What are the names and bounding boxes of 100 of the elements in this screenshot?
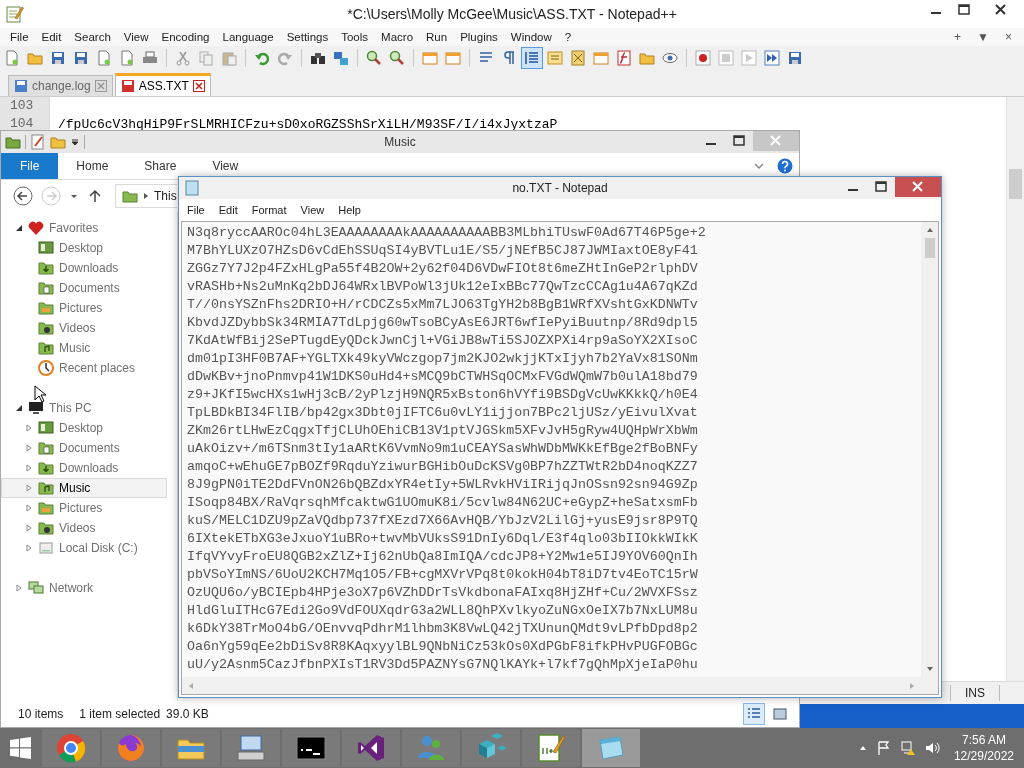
file-tab[interactable]: ASS.TXT <box>114 73 211 96</box>
menu-item[interactable]: Tools <box>335 31 376 43</box>
tree-item[interactable]: This PC <box>1 398 167 418</box>
browser-icon[interactable] <box>55 732 87 764</box>
back-icon[interactable] <box>13 186 33 206</box>
tree-item[interactable]: Desktop <box>1 238 167 258</box>
tree-item[interactable]: Videos <box>1 318 167 338</box>
tree-item[interactable]: Favorites <box>1 218 167 238</box>
folder-icon[interactable] <box>639 50 655 66</box>
help-icon[interactable] <box>777 158 793 174</box>
menu-item[interactable]: File <box>181 204 213 216</box>
tree-item[interactable]: Downloads <box>1 458 167 478</box>
menu-item[interactable]: File <box>4 31 36 43</box>
menu-item[interactable]: Macro <box>375 31 421 43</box>
address-bar[interactable]: This <box>115 184 177 208</box>
flag-icon[interactable] <box>875 740 892 756</box>
menu-item[interactable]: Encoding <box>155 31 217 43</box>
text-area[interactable] <box>182 222 921 677</box>
panel-icon[interactable] <box>547 50 563 66</box>
menu-item[interactable]: Edit <box>35 31 69 43</box>
fast-forward-icon[interactable] <box>764 50 780 66</box>
document-icon[interactable] <box>119 50 135 66</box>
paragraph-icon[interactable] <box>501 50 517 66</box>
tiles-view-icon[interactable] <box>772 706 788 722</box>
dropdown-icon[interactable] <box>70 137 80 147</box>
scroll-thumb[interactable] <box>1009 169 1022 199</box>
infinity-logo-icon[interactable] <box>355 732 387 764</box>
scroll-down-icon[interactable] <box>925 665 934 673</box>
scrollbar[interactable] <box>1006 97 1024 681</box>
zoom-icon[interactable] <box>389 50 405 66</box>
file-tab[interactable]: change.log <box>8 75 113 96</box>
scroll-right-icon[interactable] <box>908 681 916 690</box>
ribbon-tab[interactable]: File <box>1 153 59 179</box>
tree-item[interactable]: Documents <box>1 278 167 298</box>
binoculars-icon[interactable] <box>310 50 326 66</box>
menu-item[interactable]: ? <box>558 31 579 43</box>
menu-item[interactable]: Language <box>216 31 281 43</box>
browser-icon[interactable] <box>115 732 147 764</box>
tree-item[interactable]: Network <box>1 578 167 598</box>
window-icon[interactable] <box>593 50 609 66</box>
clock-time[interactable]: 7:56 AM <box>961 732 1006 748</box>
indent-icon[interactable] <box>524 50 540 66</box>
tree-item[interactable]: Pictures <box>1 498 167 518</box>
close-icon[interactable] <box>192 80 205 92</box>
ribbon-tab[interactable]: View <box>194 153 257 179</box>
menu-item[interactable]: Search <box>68 31 118 43</box>
save-icon[interactable] <box>73 50 89 66</box>
tree-item[interactable]: Videos <box>1 518 167 538</box>
menu-item[interactable]: Window <box>504 31 559 43</box>
up-arrow-icon[interactable] <box>87 188 103 204</box>
menu-item[interactable]: Run <box>420 31 455 43</box>
paste-icon[interactable] <box>221 50 237 66</box>
network-warning-icon[interactable] <box>899 740 916 756</box>
tree-item[interactable]: Music <box>1 338 167 358</box>
function-icon[interactable] <box>616 50 632 66</box>
ribbon-tab[interactable]: Share <box>126 153 195 179</box>
menu-item[interactable]: View <box>117 31 156 43</box>
tree-item[interactable]: Desktop <box>1 418 167 438</box>
scroll-thumb[interactable] <box>924 238 935 258</box>
properties-icon[interactable] <box>30 134 46 150</box>
menu-control[interactable]: × <box>997 30 1020 44</box>
tree-item[interactable]: Music <box>1 478 167 498</box>
expand-arrow-icon[interactable] <box>15 404 23 412</box>
window-icon[interactable] <box>445 50 461 66</box>
speaker-icon[interactable] <box>923 740 940 756</box>
tree-item[interactable]: Downloads <box>1 258 167 278</box>
scroll-up-icon[interactable] <box>925 226 934 234</box>
document-icon[interactable] <box>96 50 112 66</box>
document-icon[interactable] <box>4 50 20 66</box>
eye-icon[interactable] <box>662 50 678 66</box>
tree-item[interactable]: Pictures <box>1 298 167 318</box>
printer-icon[interactable] <box>142 50 158 66</box>
scroll-left-icon[interactable] <box>187 681 195 690</box>
record-icon[interactable] <box>695 50 711 66</box>
notepad-pen-icon[interactable] <box>535 732 567 764</box>
clock-date[interactable]: 12/29/2022 <box>953 748 1014 764</box>
undo-icon[interactable] <box>254 50 270 66</box>
keyboard-computer-icon[interactable] <box>235 732 267 764</box>
window-icon[interactable] <box>422 50 438 66</box>
expand-arrow-icon[interactable] <box>15 224 23 232</box>
menu-item[interactable]: Plugins <box>454 31 505 43</box>
menu-control[interactable]: ▼ <box>969 30 997 44</box>
menu-item[interactable]: Edit <box>212 204 246 216</box>
save-icon[interactable] <box>787 50 803 66</box>
tree-item[interactable]: Local Disk (C:) <box>1 538 167 558</box>
tree-item[interactable]: Documents <box>1 438 167 458</box>
tree-item[interactable]: Recent places <box>1 358 167 378</box>
folder-icon[interactable] <box>27 50 43 66</box>
save-icon[interactable] <box>50 50 66 66</box>
scissors-icon[interactable] <box>175 50 191 66</box>
menu-item[interactable]: Format <box>245 204 295 216</box>
horizontal-scrollbar[interactable] <box>182 677 938 694</box>
zoom-icon[interactable] <box>366 50 382 66</box>
menu-control[interactable]: + <box>946 30 970 44</box>
ribbon-tab[interactable]: Home <box>58 153 127 179</box>
redo-icon[interactable] <box>277 50 293 66</box>
scrollbar[interactable] <box>921 222 938 677</box>
menu-item[interactable]: Help <box>332 204 369 216</box>
menu-item[interactable]: View <box>294 204 333 216</box>
chevron-down-icon[interactable] <box>753 160 765 172</box>
